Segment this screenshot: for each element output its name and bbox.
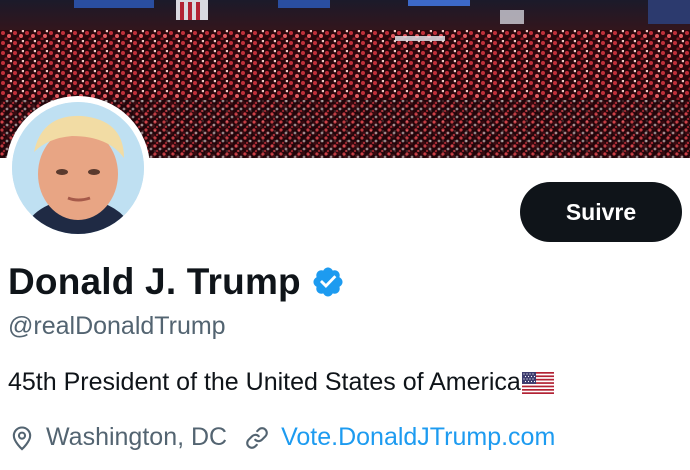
profile-name-row: Donald J. Trump <box>8 258 345 306</box>
profile-bio: 45th President of the United States of A… <box>8 368 554 397</box>
avatar-image <box>12 102 144 234</box>
location-text: Washington, DC <box>46 423 228 451</box>
profile-meta: Washington, DC Vote.DonaldJTrump.com <box>8 423 555 452</box>
display-name: Donald J. Trump <box>8 261 301 302</box>
us-flag-icon <box>521 371 554 394</box>
profile-avatar[interactable] <box>6 96 150 240</box>
location-pin-icon <box>8 424 36 452</box>
follow-button[interactable]: Suivre <box>520 182 682 242</box>
verified-badge-icon[interactable] <box>311 265 345 299</box>
bio-text: 45th President of the United States of A… <box>8 368 521 396</box>
user-handle: @realDonaldTrump <box>8 312 226 340</box>
link-icon <box>243 424 271 452</box>
website-item: Vote.DonaldJTrump.com <box>243 423 555 452</box>
website-link[interactable]: Vote.DonaldJTrump.com <box>281 423 555 452</box>
location-item: Washington, DC <box>8 423 227 452</box>
